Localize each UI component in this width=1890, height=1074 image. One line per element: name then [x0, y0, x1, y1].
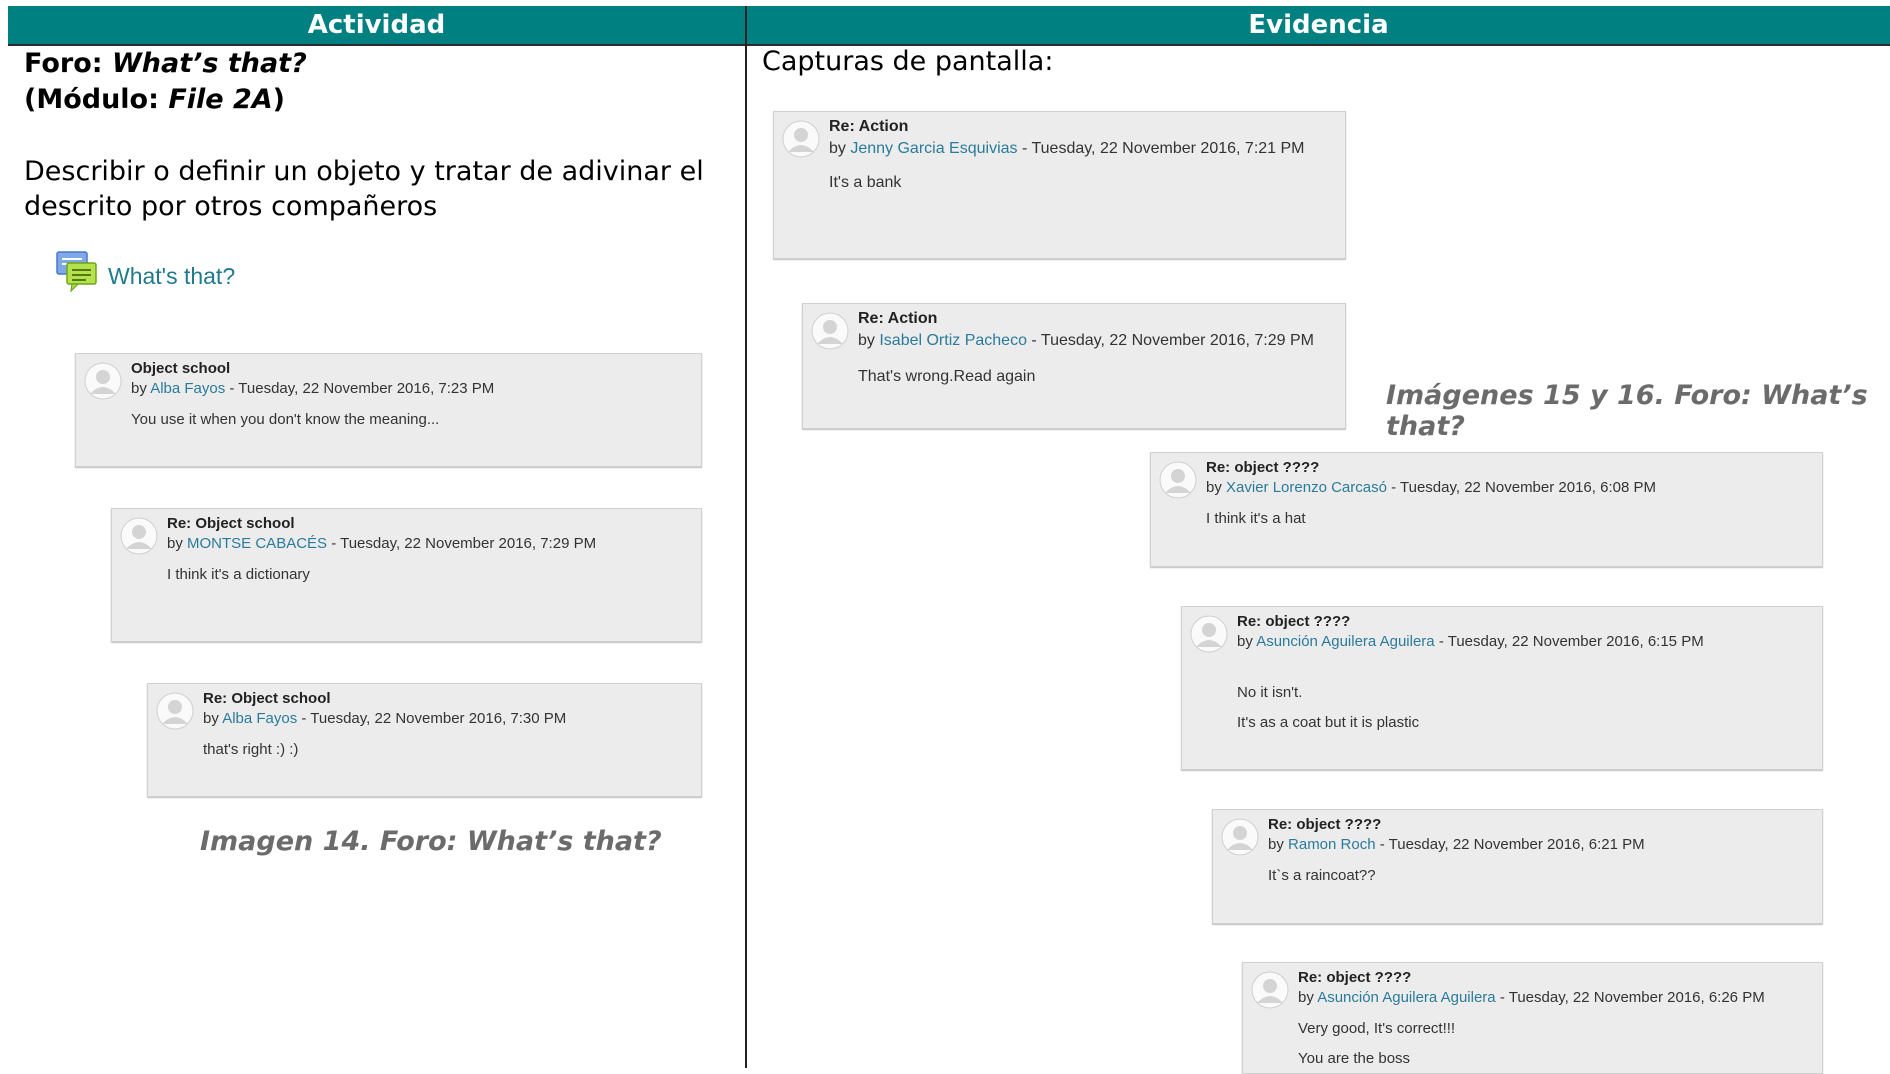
post-subject: Re: Action [829, 118, 909, 135]
column-divider [745, 6, 747, 1068]
title-italic: What’s that? [111, 48, 307, 79]
post-date: - Tuesday, 22 November 2016, 7:29 PM [1026, 332, 1314, 349]
post-date: - Tuesday, 22 November 2016, 6:21 PM [1375, 836, 1645, 853]
post-author-link[interactable]: Alba Fayos [222, 710, 297, 727]
post-author-link[interactable]: Jenny Garcia Esquivias [850, 140, 1017, 157]
post-message: You are the boss [1298, 1050, 1411, 1067]
byline-prefix: by [167, 535, 188, 552]
post-date: - Tuesday, 22 November 2016, 7:21 PM [1017, 140, 1305, 157]
post-message: It`s a raincoat?? [1268, 867, 1376, 884]
post-byline: by Jenny Garcia Esquivias - Tuesday, 22 … [829, 140, 1305, 158]
post-byline: by Xavier Lorenzo Carcasó - Tuesday, 22 … [1206, 479, 1656, 496]
forum-title: Foro: What’s that? (Módulo: File 2A) [24, 46, 307, 118]
user-avatar-icon [1190, 615, 1228, 653]
byline-prefix: by [203, 710, 223, 727]
post-date: - Tuesday, 22 November 2016, 6:15 PM [1434, 633, 1704, 650]
byline-prefix: by [1268, 836, 1289, 853]
forum-link[interactable]: What's that? [56, 250, 235, 292]
chat-bubbles-icon [56, 251, 97, 292]
post-message: that's right :) :) [203, 741, 299, 758]
post-author-link[interactable]: Xavier Lorenzo Carcasó [1226, 479, 1387, 496]
forum-link-label[interactable]: What's that? [108, 263, 235, 290]
forum-post: Re: Object school by Alba Fayos - Tuesda… [147, 683, 702, 797]
user-avatar-icon [156, 692, 194, 730]
forum-post: Re: Action by Isabel Ortiz Pacheco - Tue… [802, 303, 1346, 429]
header-evidencia: Evidencia [747, 6, 1890, 46]
post-byline: by Ramon Roch - Tuesday, 22 November 201… [1268, 836, 1645, 853]
post-author-link[interactable]: Ramon Roch [1288, 836, 1376, 853]
byline-prefix: by [1206, 479, 1227, 496]
post-date: - Tuesday, 22 November 2016, 6:26 PM [1495, 989, 1765, 1006]
user-avatar-icon [1221, 818, 1259, 856]
post-message: Very good, It's correct!!! [1298, 1020, 1456, 1037]
post-message: It's as a coat but it is plastic [1237, 714, 1420, 731]
post-message: It's a bank [829, 174, 902, 191]
post-date: - Tuesday, 22 November 2016, 6:08 PM [1386, 479, 1656, 496]
module-open: (Módulo: [24, 84, 169, 115]
post-author-link[interactable]: Isabel Ortiz Pacheco [879, 332, 1027, 349]
post-author-link[interactable]: Asunción Aguilera Aguilera [1317, 989, 1495, 1006]
post-subject: Re: Object school [167, 515, 295, 532]
post-date: - Tuesday, 22 November 2016, 7:30 PM [297, 710, 567, 727]
forum-post: Re: object ???? by Ramon Roch - Tuesday,… [1212, 809, 1823, 924]
post-message: That's wrong.Read again [858, 368, 1036, 385]
forum-post: Re: object ???? by Asunción Aguilera Agu… [1242, 962, 1823, 1074]
user-avatar-icon [782, 120, 820, 158]
post-subject: Object school [131, 360, 231, 377]
forum-post: Object school by Alba Fayos - Tuesday, 2… [75, 353, 702, 467]
post-byline: by Asunción Aguilera Aguilera - Tuesday,… [1298, 989, 1765, 1006]
post-byline: by Asunción Aguilera Aguilera - Tuesday,… [1237, 633, 1704, 650]
caption-image-14: Imagen 14. Foro: What’s that? [200, 826, 662, 857]
byline-prefix: by [829, 140, 851, 157]
post-subject: Re: object ???? [1237, 613, 1351, 630]
post-subject: Re: Action [858, 310, 938, 327]
post-author-link[interactable]: Asunción Aguilera Aguilera [1256, 633, 1434, 650]
post-message: I think it's a hat [1206, 510, 1306, 527]
user-avatar-icon [1251, 971, 1289, 1009]
post-message: No it isn't. [1237, 684, 1303, 701]
screenshots-label: Capturas de pantalla: [762, 46, 1054, 77]
post-author-link[interactable]: Alba Fayos [150, 380, 225, 397]
post-date: - Tuesday, 22 November 2016, 7:23 PM [225, 380, 495, 397]
byline-prefix: by [858, 332, 880, 349]
post-subject: Re: Object school [203, 690, 331, 707]
post-byline: by Isabel Ortiz Pacheco - Tuesday, 22 No… [858, 332, 1314, 350]
post-date: - Tuesday, 22 November 2016, 7:29 PM [327, 535, 597, 552]
module-close: ) [272, 84, 286, 115]
post-byline: by Alba Fayos - Tuesday, 22 November 201… [203, 710, 566, 727]
post-message: I think it's a dictionary [167, 566, 310, 583]
forum-post: Re: Object school by MONTSE CABACÉS - Tu… [111, 508, 702, 642]
byline-prefix: by [131, 380, 151, 397]
user-avatar-icon [84, 362, 122, 400]
forum-post: Re: object ???? by Xavier Lorenzo Carcas… [1150, 452, 1823, 567]
post-message: You use it when you don't know the meani… [131, 411, 440, 428]
post-subject: Re: object ???? [1268, 816, 1382, 833]
header-actividad: Actividad [8, 6, 745, 46]
user-avatar-icon [811, 312, 849, 350]
user-avatar-icon [1159, 461, 1197, 499]
byline-prefix: by [1298, 989, 1318, 1006]
module-name: File 2A [168, 84, 273, 115]
post-byline: by MONTSE CABACÉS - Tuesday, 22 November… [167, 535, 596, 552]
activity-description: Describir o definir un objeto y tratar d… [24, 156, 704, 222]
forum-post: Re: object ???? by Asunción Aguilera Agu… [1181, 606, 1823, 770]
post-author-link[interactable]: MONTSE CABACÉS [187, 535, 327, 552]
forum-post: Re: Action by Jenny Garcia Esquivias - T… [773, 111, 1346, 259]
title-prefix: Foro: [24, 48, 112, 79]
post-subject: Re: object ???? [1206, 459, 1320, 476]
post-byline: by Alba Fayos - Tuesday, 22 November 201… [131, 380, 494, 397]
byline-prefix: by [1237, 633, 1257, 650]
post-subject: Re: object ???? [1298, 969, 1412, 986]
caption-images-15-16: Imágenes 15 y 16. Foro: What’s that? [1386, 380, 1868, 442]
user-avatar-icon [120, 517, 158, 555]
